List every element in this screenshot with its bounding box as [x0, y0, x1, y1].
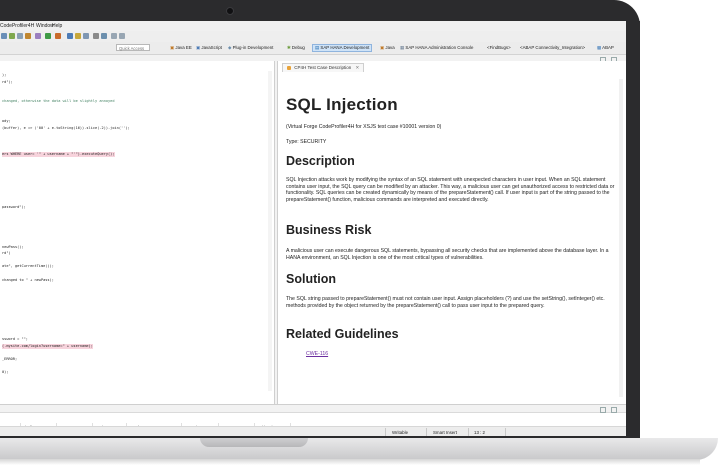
- perspective-debug[interactable]: ✱ Debug: [287, 45, 305, 51]
- section-heading-business-risk: Business Risk: [286, 223, 372, 237]
- debug-icon[interactable]: [25, 33, 31, 39]
- code-line[interactable]: );: [2, 73, 6, 78]
- run-icon[interactable]: [9, 33, 15, 39]
- code-line[interactable]: _ERROR;: [2, 357, 17, 362]
- section-heading-description: Description: [286, 154, 355, 168]
- section-body-business-risk: A malicious user can execute dangerous S…: [286, 248, 609, 261]
- section-body-solution: The SQL string passed to prepareStatemen…: [286, 296, 605, 309]
- perspective-abap[interactable]: ▩ ABAP: [597, 45, 614, 51]
- code-line[interactable]: password");: [2, 205, 26, 210]
- code-line[interactable]: ate", getCurrentTime());: [2, 264, 54, 269]
- screen: CodeProfiler4H Window Help Quick Access …: [0, 21, 626, 436]
- view-icon: [287, 65, 291, 70]
- test-case-description-panel: CP4H Test Case Description ✕ SQL Injecti…: [277, 61, 626, 404]
- annotation-icon[interactable]: [101, 33, 107, 39]
- open-type-icon[interactable]: [83, 33, 89, 39]
- page-title: SQL Injection: [286, 95, 398, 114]
- close-icon[interactable]: ✕: [355, 65, 359, 70]
- abap-icon: ▩: [597, 45, 602, 50]
- panel-maximize-icon[interactable]: [611, 407, 617, 413]
- test-case-type: Type: SECURITY: [286, 139, 327, 145]
- status-divider: [426, 428, 427, 436]
- status-divider: [385, 428, 386, 436]
- test-case-subtitle: (Virtual Forge CodeProfiler4H for XSJS t…: [286, 124, 442, 130]
- new-folder-icon[interactable]: [75, 33, 81, 39]
- perspective-findbugs[interactable]: <FindBugs>: [487, 45, 511, 50]
- code-line[interactable]: newPass();: [2, 245, 24, 250]
- new-package-icon[interactable]: [67, 33, 73, 39]
- laptop-shadow: [0, 459, 700, 465]
- code-line[interactable]: 0);: [2, 370, 9, 375]
- quick-access-input[interactable]: Quick Access: [116, 44, 150, 51]
- camera-icon: [226, 7, 234, 15]
- code-line[interactable]: ody;: [2, 119, 11, 124]
- status-divider: [468, 428, 469, 436]
- external-tools-icon[interactable]: [55, 33, 61, 39]
- code-editor[interactable]: ); rd"); changed, otherwise the data will …: [0, 61, 275, 404]
- perspective-bar: Quick Access ▣ Java EE ▣ JavaScript ◆ Pl…: [0, 42, 626, 55]
- admin-console-icon: ▦: [400, 45, 405, 50]
- status-writable: Writable: [392, 430, 409, 435]
- status-insert-mode: Smart Insert: [433, 430, 457, 435]
- code-line[interactable]: rd");: [2, 80, 13, 85]
- status-bar: Writable Smart Insert 13 : 2: [0, 426, 626, 436]
- main-toolbar: [0, 31, 626, 42]
- status-divider: [505, 428, 506, 436]
- section-heading-solution: Solution: [286, 272, 336, 286]
- code-line[interactable]: changed, otherwise the data will be slig…: [2, 99, 115, 104]
- perspective-java-ee[interactable]: ▣ Java EE: [170, 45, 192, 51]
- perspective-plugin-development[interactable]: ◆ Plug-in Development: [228, 45, 273, 51]
- menu-app-title[interactable]: CodeProfiler4H: [0, 23, 34, 29]
- tab-cp4h-test-case-description[interactable]: CP4H Test Case Description ✕: [282, 63, 365, 72]
- laptop-bezel-edge: [626, 21, 640, 438]
- hana-icon: ▤: [315, 45, 320, 50]
- perspective-sap-hana-development[interactable]: ▤ SAP HANA Development: [312, 44, 373, 52]
- gear-icon[interactable]: [17, 33, 23, 39]
- section-heading-related-guidelines: Related Guidelines: [286, 327, 399, 341]
- bug-icon: ✱: [287, 45, 291, 50]
- code-line[interactable]: ers WHERE user= '" + username + "'").exe…: [2, 152, 115, 158]
- save-icon[interactable]: [1, 33, 7, 39]
- java-ee-icon: ▣: [170, 45, 175, 50]
- wizard-icon[interactable]: [35, 33, 41, 39]
- code-line[interactable]: ssword = "";: [2, 337, 28, 342]
- laptop-base: [0, 438, 718, 460]
- status-cursor-position: 13 : 2: [474, 430, 485, 435]
- code-line[interactable]: (buffer), e => ('00' + e.toString(16)).s…: [2, 126, 130, 131]
- perspective-hana-admin-console[interactable]: ▦ SAP HANA Administration Console: [400, 45, 473, 51]
- java-icon: ▣: [380, 45, 385, 50]
- javascript-icon: ▣: [196, 45, 201, 50]
- search-icon[interactable]: [93, 33, 99, 39]
- menu-bar: CodeProfiler4H Window Help: [0, 21, 626, 31]
- guideline-link-cwe[interactable]: CWE-116: [306, 351, 328, 357]
- laptop-notch: [200, 438, 308, 447]
- plugin-icon: ◆: [228, 45, 232, 50]
- code-line[interactable]: rd"): [2, 251, 11, 256]
- perspective-javascript[interactable]: ▣ JavaScript: [196, 45, 222, 51]
- section-body-description: SQL Injection attacks work by modifying …: [286, 177, 615, 203]
- editor-scrollbar[interactable]: [268, 71, 272, 391]
- findings-tab-bar: [0, 405, 626, 413]
- perspective-abap-connectivity[interactable]: <ABAP Connectivity_Integration>: [520, 45, 585, 50]
- back-icon[interactable]: [111, 33, 117, 39]
- code-line[interactable]: changed to " + newPass);: [2, 278, 54, 283]
- play-icon[interactable]: [45, 33, 51, 39]
- perspective-java[interactable]: ▣ Java: [380, 45, 395, 51]
- panel-minimize-icon[interactable]: [600, 407, 606, 413]
- description-scrollbar[interactable]: [619, 79, 623, 397]
- forward-icon[interactable]: [119, 33, 125, 39]
- code-line[interactable]: (.mysite.com/login?username=" + username…: [2, 343, 93, 349]
- menu-help[interactable]: Help: [52, 23, 62, 29]
